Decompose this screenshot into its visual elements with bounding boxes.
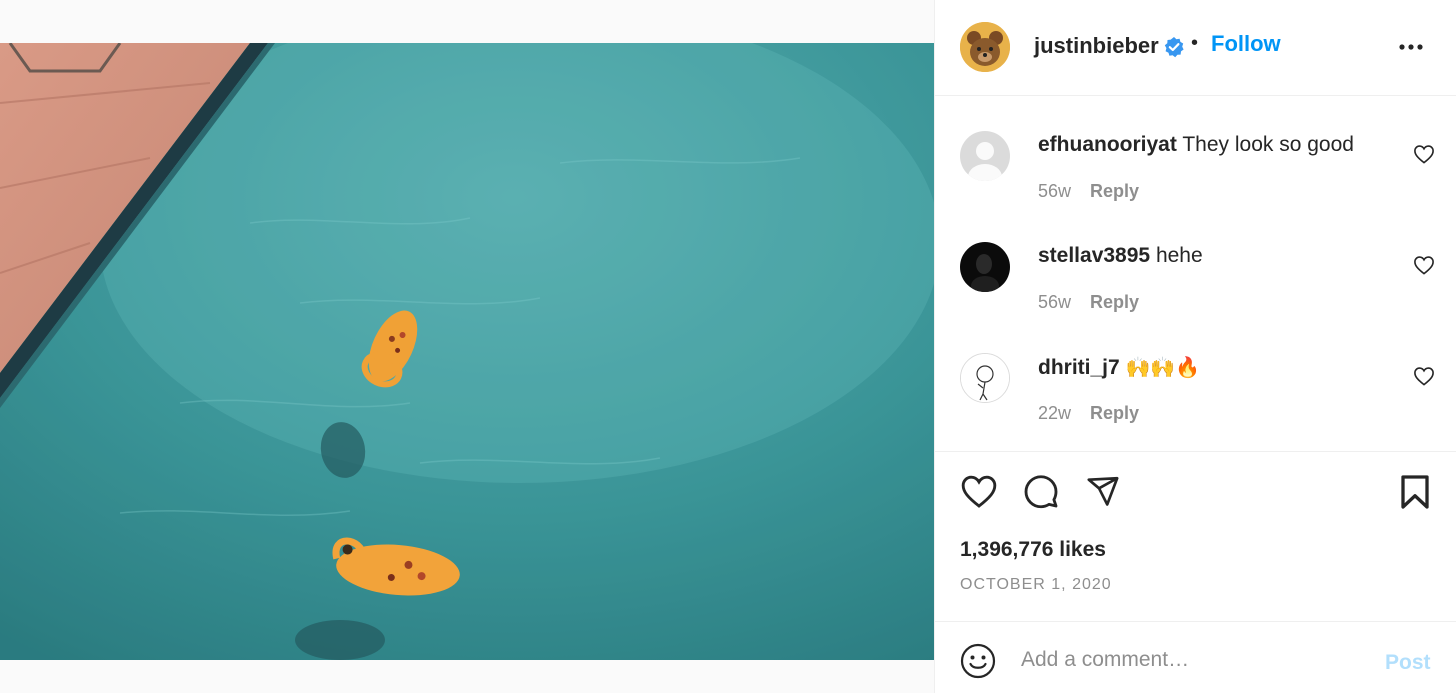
like-heart-icon[interactable]: [960, 473, 998, 514]
reply-button[interactable]: Reply: [1090, 181, 1139, 201]
comment-item: dhriti_j7 🙌🙌🔥 22w Reply: [935, 319, 1456, 430]
comment-body: hehe: [1155, 244, 1203, 267]
add-comment-input[interactable]: [1021, 642, 1361, 678]
post-photo[interactable]: [0, 43, 934, 660]
comment-icon[interactable]: [1023, 473, 1059, 514]
verified-badge-icon: [1163, 36, 1185, 58]
share-icon[interactable]: [1085, 474, 1121, 513]
comment-time: 56w: [1038, 181, 1072, 201]
post-actions: 1,396,776 likes OCTOBER 1, 2020: [935, 451, 1456, 621]
comment-text: efhuanooriyat They look so good: [1038, 133, 1354, 157]
comment-meta: 56w Reply: [1038, 181, 1139, 202]
comment-username[interactable]: efhuanooriyat: [1038, 133, 1177, 156]
header-separator: •: [1191, 32, 1199, 54]
pool-with-crocs-image: [0, 43, 934, 660]
comment-username[interactable]: stellav3895: [1038, 244, 1150, 267]
heart-icon[interactable]: [1413, 255, 1435, 275]
reply-button[interactable]: Reply: [1090, 403, 1139, 423]
author-username[interactable]: justinbieber: [1034, 33, 1159, 59]
follow-button[interactable]: Follow: [1211, 31, 1281, 57]
comments-list: efhuanooriyat They look so good 56w Repl…: [935, 97, 1456, 450]
comment-item: stellav3895 hehe 56w Reply: [935, 208, 1456, 319]
commenter-avatar[interactable]: [960, 353, 1010, 403]
comment-time: 22w: [1038, 403, 1072, 423]
comment-composer: Post: [935, 621, 1456, 693]
comment-text: stellav3895 hehe: [1038, 244, 1203, 268]
post-date: OCTOBER 1, 2020: [960, 576, 1112, 593]
heart-icon[interactable]: [1413, 144, 1435, 164]
commenter-avatar[interactable]: [960, 131, 1010, 181]
comment-meta: 22w Reply: [1038, 403, 1139, 424]
author-avatar[interactable]: [960, 22, 1010, 72]
comment-text: dhriti_j7 🙌🙌🔥: [1038, 355, 1200, 380]
comment-item: efhuanooriyat They look so good 56w Repl…: [935, 97, 1456, 208]
comment-time: 56w: [1038, 292, 1072, 312]
instagram-post-view: justinbieber • Follow efhuanooriyat They…: [0, 0, 1456, 693]
comment-body: 🙌🙌🔥: [1125, 357, 1201, 379]
comment-username[interactable]: dhriti_j7: [1038, 356, 1120, 379]
reply-button[interactable]: Reply: [1090, 292, 1139, 312]
comment-meta: 56w Reply: [1038, 292, 1139, 313]
commenter-avatar[interactable]: [960, 242, 1010, 292]
heart-icon[interactable]: [1413, 366, 1435, 386]
post-comment-button[interactable]: Post: [1385, 651, 1431, 675]
bookmark-icon[interactable]: [1399, 474, 1431, 515]
comment-body: They look so good: [1182, 133, 1354, 156]
post-header: justinbieber • Follow: [935, 0, 1456, 96]
more-options-icon[interactable]: [1397, 36, 1425, 58]
emoji-icon[interactable]: [960, 643, 996, 679]
like-count[interactable]: 1,396,776 likes: [960, 538, 1106, 562]
photo-area: [0, 0, 934, 693]
post-side-panel: justinbieber • Follow efhuanooriyat They…: [934, 0, 1456, 693]
